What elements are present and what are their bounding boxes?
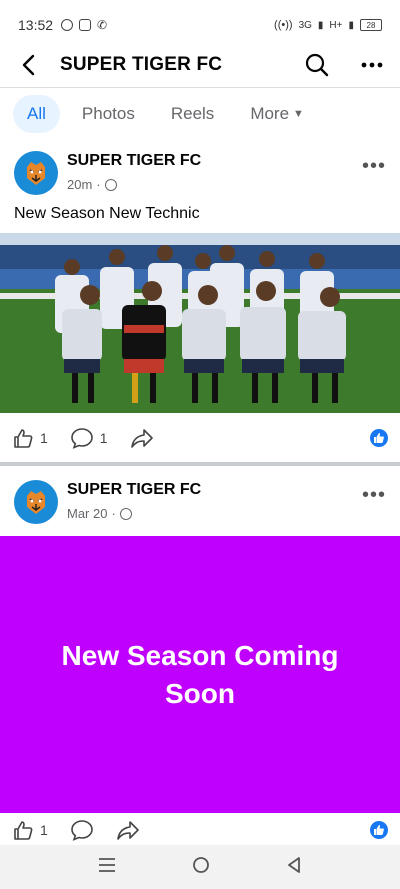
team-photo-illustration xyxy=(0,233,400,413)
battery-icon: 28 xyxy=(360,19,382,31)
post-header: SUPER TIGER FC Mar 20 · ••• xyxy=(0,472,400,532)
post-meta: 20m · xyxy=(67,177,117,192)
ellipsis-icon xyxy=(361,62,383,67)
call-icon: ✆ xyxy=(97,18,108,32)
team-photo[interactable] xyxy=(0,233,400,413)
like-count: 1 xyxy=(40,822,48,838)
tab-all-label: All xyxy=(27,104,46,123)
post-banner[interactable]: New Season Coming Soon xyxy=(0,536,400,813)
like-button[interactable]: 1 xyxy=(12,819,48,841)
like-count: 1 xyxy=(40,430,48,446)
share-icon xyxy=(116,821,139,840)
chevron-left-icon xyxy=(22,54,35,75)
thumbs-up-icon xyxy=(14,429,33,448)
more-options-button[interactable] xyxy=(360,53,384,77)
tab-reels-label: Reels xyxy=(170,104,215,123)
network-label: 3G xyxy=(298,19,312,31)
post-meta: Mar 20 · xyxy=(67,506,132,521)
post-header: SUPER TIGER FC 20m · ••• xyxy=(0,143,400,203)
comment-count: 1 xyxy=(99,430,108,446)
home-button[interactable] xyxy=(192,856,210,879)
post-caption: New Season New Technic xyxy=(14,205,200,222)
comment-icon xyxy=(70,820,93,841)
post-author[interactable]: SUPER TIGER FC xyxy=(67,152,201,170)
globe-icon xyxy=(119,507,132,520)
back-triangle-icon xyxy=(288,856,300,873)
post-author[interactable]: SUPER TIGER FC xyxy=(67,481,201,499)
avatar[interactable] xyxy=(14,480,58,524)
comment-icon xyxy=(70,428,93,449)
whatsapp-icon xyxy=(61,19,74,31)
tab-reels[interactable]: Reels xyxy=(157,95,228,133)
like-button[interactable]: 1 xyxy=(12,427,48,449)
thumbs-up-filled-icon xyxy=(374,433,384,443)
status-time: 13:52 xyxy=(18,17,54,33)
tab-photos[interactable]: Photos xyxy=(68,95,149,133)
menu-icon xyxy=(99,857,115,872)
signal-icon: ▮ xyxy=(317,19,324,31)
comment-button[interactable]: 1 xyxy=(70,427,108,449)
thumbs-up-icon xyxy=(14,821,33,840)
post-time[interactable]: Mar 20 xyxy=(67,506,107,521)
banner-text: New Season Coming Soon xyxy=(61,639,339,709)
post-time[interactable]: 20m xyxy=(67,177,92,192)
separator-dot: · xyxy=(111,506,116,521)
back-button[interactable] xyxy=(16,53,40,77)
tab-more[interactable]: More ▼ xyxy=(236,95,318,133)
system-nav-bar xyxy=(0,845,400,889)
battery-level: 28 xyxy=(366,20,376,30)
tab-all[interactable]: All xyxy=(13,95,60,133)
tiger-logo-icon xyxy=(15,152,57,194)
menu-button[interactable] xyxy=(98,857,116,878)
reaction-like-icon[interactable] xyxy=(370,821,388,839)
tab-photos-label: Photos xyxy=(81,104,135,123)
comment-button[interactable] xyxy=(70,819,94,841)
filter-tabs: All Photos Reels More ▼ xyxy=(0,89,400,139)
tab-more-label: More xyxy=(250,104,290,123)
avatar[interactable] xyxy=(14,151,58,195)
signal2-icon: ▮ xyxy=(348,19,354,31)
back-nav-button[interactable] xyxy=(286,856,302,879)
top-bar: SUPER TIGER FC xyxy=(0,42,400,88)
share-icon xyxy=(130,429,153,448)
share-button[interactable] xyxy=(130,427,154,449)
search-icon xyxy=(305,53,329,76)
hotspot-icon: ((•)) xyxy=(274,19,293,31)
page-title: SUPER TIGER FC xyxy=(60,53,223,75)
caret-down-icon: ▼ xyxy=(293,108,304,120)
post-options-button[interactable]: ••• xyxy=(362,155,386,178)
sim-icon xyxy=(79,19,92,31)
search-button[interactable] xyxy=(304,52,330,78)
home-circle-icon xyxy=(193,856,209,873)
reaction-like-icon[interactable] xyxy=(370,429,388,447)
share-button[interactable] xyxy=(116,819,140,841)
notification-icons: ✆ xyxy=(61,18,107,32)
tiger-logo-icon xyxy=(15,481,57,523)
post-divider xyxy=(0,462,400,466)
network2-label: H+ xyxy=(329,19,343,31)
post-options-button[interactable]: ••• xyxy=(362,484,386,507)
separator-dot: · xyxy=(96,177,101,192)
post-actions: 1 xyxy=(0,814,400,846)
post-actions: 1 1 xyxy=(0,414,400,462)
thumbs-up-filled-icon xyxy=(374,825,384,835)
globe-icon xyxy=(104,178,117,191)
